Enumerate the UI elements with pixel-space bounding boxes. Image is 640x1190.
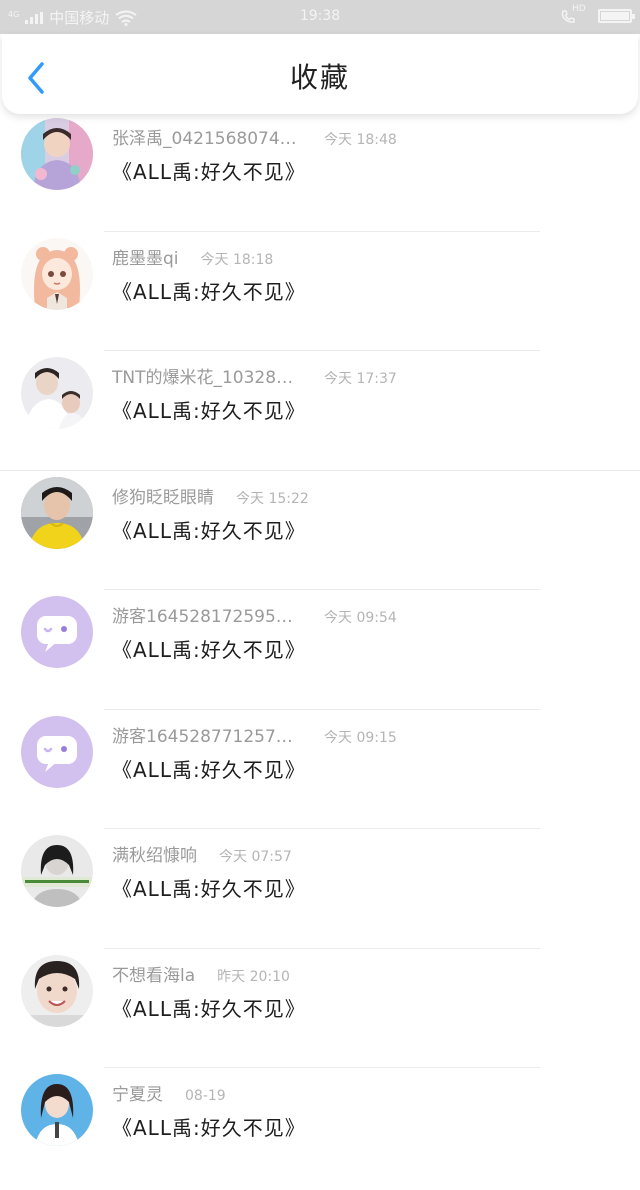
favorite-title[interactable]: 《ALL禹:好久不见》 xyxy=(112,515,306,544)
timestamp: 08-19 xyxy=(185,1088,226,1104)
user-name[interactable]: 游客1645287712572b16I xyxy=(112,722,302,747)
item-meta: 游客1645281725958e90N 今天 09:54 xyxy=(112,602,397,627)
favorite-title[interactable]: 《ALL禹:好久不见》 xyxy=(112,634,306,663)
chat-bubble-icon xyxy=(37,616,77,652)
status-right: HD xyxy=(560,4,635,26)
item-meta: 游客1645287712572b16I 今天 09:15 xyxy=(112,722,397,747)
list-item[interactable]: 张泽禹_04215680749… 今天 18:48 《ALL禹:好久不见》 xyxy=(0,114,640,234)
avatar[interactable] xyxy=(21,476,93,549)
timestamp: 昨天 20:10 xyxy=(217,968,290,985)
avatar[interactable] xyxy=(21,237,93,310)
item-meta: 满秋绍慷响 今天 07:57 xyxy=(112,841,292,866)
nav-header: 收藏 xyxy=(2,34,638,114)
favorite-title[interactable]: 《ALL禹:好久不见》 xyxy=(112,993,306,1022)
list-item[interactable]: 不想看海la 昨天 20:10 《ALL禹:好久不见》 xyxy=(0,951,640,1071)
user-name[interactable]: 鹿墨墨qi xyxy=(112,244,179,269)
user-name[interactable]: 张泽禹_04215680749… xyxy=(112,124,302,149)
divider xyxy=(104,1067,540,1068)
hd-call-icon: HD xyxy=(560,4,586,26)
page-title: 收藏 xyxy=(289,61,350,94)
user-name[interactable]: 不想看海la xyxy=(112,961,195,986)
avatar[interactable] xyxy=(21,596,93,668)
divider xyxy=(104,947,540,949)
item-meta: 鹿墨墨qi 今天 18:18 xyxy=(112,244,273,269)
divider xyxy=(104,589,540,590)
status-bar: 4G 中国移动 19:38 HD xyxy=(0,0,640,34)
favorites-list: 张泽禹_04215680749… 今天 18:48 《ALL禹:好久不见》 鹿墨… xyxy=(0,114,640,1190)
favorite-title[interactable]: 《ALL禹:好久不见》 xyxy=(112,395,306,424)
avatar[interactable] xyxy=(21,357,93,429)
favorite-title[interactable]: 《ALL禹:好久不见》 xyxy=(112,754,306,783)
avatar[interactable] xyxy=(21,118,93,190)
timestamp: 今天 17:37 xyxy=(324,371,397,387)
item-meta: 修狗眨眨眼睛 今天 15:22 xyxy=(112,483,309,508)
timestamp: 今天 18:18 xyxy=(200,251,274,268)
favorite-title[interactable]: 《ALL禹:好久不见》 xyxy=(112,1112,306,1141)
list-item[interactable]: 鹿墨墨qi 今天 18:18 《ALL禹:好久不见》 xyxy=(0,234,640,354)
timestamp: 今天 09:54 xyxy=(324,610,397,626)
hd-label: HD xyxy=(572,4,586,14)
list-item[interactable]: TNT的爆米花_103282… 今天 17:37 《ALL禹:好久不见》 xyxy=(0,353,640,473)
timestamp: 今天 15:22 xyxy=(236,490,309,507)
favorite-title[interactable]: 《ALL禹:好久不见》 xyxy=(112,276,306,305)
item-meta: 不想看海la 昨天 20:10 xyxy=(112,961,290,986)
list-item[interactable]: 满秋绍慷响 今天 07:57 《ALL禹:好久不见》 xyxy=(0,831,640,951)
user-name[interactable]: 宁夏灵 xyxy=(112,1080,163,1105)
battery-icon xyxy=(598,9,635,23)
favorite-title[interactable]: 《ALL禹:好久不见》 xyxy=(112,156,306,185)
user-name[interactable]: TNT的爆米花_103282… xyxy=(112,363,302,388)
item-meta: 张泽禹_04215680749… 今天 18:48 xyxy=(112,124,397,149)
divider xyxy=(104,350,540,351)
divider xyxy=(104,708,540,710)
divider xyxy=(104,828,540,829)
timestamp: 今天 07:57 xyxy=(219,849,292,865)
timestamp: 今天 09:15 xyxy=(324,729,397,746)
list-item[interactable]: 修狗眨眨眼睛 今天 15:22 《ALL禹:好久不见》 xyxy=(0,473,640,593)
user-name[interactable]: 满秋绍慷响 xyxy=(112,841,197,866)
chat-bubble-icon xyxy=(37,735,77,772)
list-item[interactable]: 宁夏灵 08-19 《ALL禹:好久不见》 xyxy=(0,1070,640,1190)
item-meta: 宁夏灵 08-19 xyxy=(112,1080,226,1105)
timestamp: 今天 18:48 xyxy=(324,132,397,148)
avatar[interactable] xyxy=(21,1074,93,1146)
avatar[interactable] xyxy=(21,715,93,788)
status-time: 19:38 xyxy=(299,8,341,24)
divider xyxy=(104,230,540,232)
user-name[interactable]: 游客1645281725958e90N xyxy=(112,602,302,627)
favorite-title[interactable]: 《ALL禹:好久不见》 xyxy=(112,873,306,902)
divider xyxy=(0,469,640,471)
user-name[interactable]: 修狗眨眨眼睛 xyxy=(112,483,214,508)
list-item[interactable]: 游客1645287712572b16I 今天 09:15 《ALL禹:好久不见》 xyxy=(0,712,640,832)
avatar[interactable] xyxy=(21,835,93,907)
list-item[interactable]: 游客1645281725958e90N 今天 09:54 《ALL禹:好久不见》 xyxy=(0,592,640,712)
item-meta: TNT的爆米花_103282… 今天 17:37 xyxy=(112,363,397,388)
avatar[interactable] xyxy=(21,954,93,1027)
